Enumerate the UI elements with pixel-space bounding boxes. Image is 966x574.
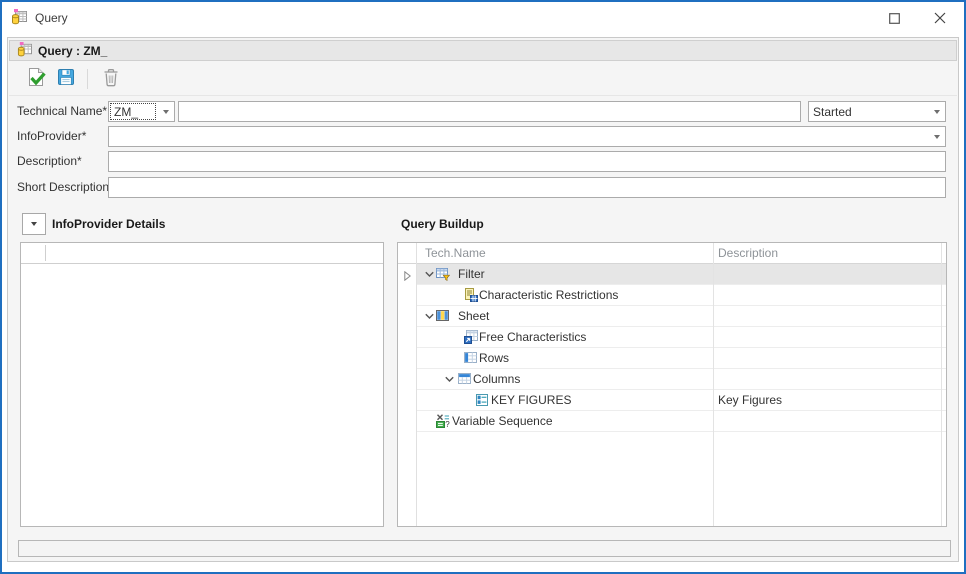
chevron-down-icon — [31, 222, 37, 226]
filter-icon — [436, 267, 450, 284]
save-button[interactable] — [51, 65, 81, 93]
delete-icon — [101, 67, 121, 90]
query-groupbox: Query : ZM_ — [7, 37, 959, 562]
technical-name-extended-input[interactable] — [178, 101, 801, 122]
column-header-tech-name[interactable]: Tech.Name — [425, 243, 486, 264]
sheet-icon — [436, 309, 450, 326]
short-description-input[interactable] — [108, 177, 946, 198]
tree-cell-description: Key Figures — [718, 390, 782, 411]
tree-row-sheet[interactable]: Sheet — [416, 306, 946, 327]
tree-row-variable-sequence[interactable]: ?Variable Sequence — [416, 411, 946, 432]
free-characteristics-icon — [464, 330, 478, 347]
tree-cell-tech-name: Variable Sequence — [452, 411, 553, 432]
expand-chevron-icon[interactable] — [424, 269, 435, 283]
infoprovider-details-title: InfoProvider Details — [52, 217, 165, 231]
tree-row-columns[interactable]: Columns — [416, 369, 946, 390]
chevron-down-icon[interactable] — [157, 102, 174, 121]
svg-text:?: ? — [445, 420, 450, 428]
tree-row-characteristic-restrictions[interactable]: Characteristic Restrictions — [416, 285, 946, 306]
variable-sequence-icon: ? — [436, 414, 450, 431]
group-header-title: Query : ZM_ — [38, 44, 107, 58]
infoprovider-label: InfoProvider* — [17, 126, 86, 147]
tree-cell-tech-name: Filter — [458, 264, 485, 285]
column-header-description[interactable]: Description — [718, 243, 778, 264]
infoprovider-details-dropdown-button[interactable] — [22, 213, 46, 235]
query-icon — [11, 9, 27, 28]
row-indicator-gutter — [416, 243, 417, 526]
tree-row-free-characteristics[interactable]: Free Characteristics — [416, 327, 946, 348]
columns-icon — [458, 372, 472, 389]
query-buildup-title: Query Buildup — [401, 217, 484, 231]
infoprovider-combo[interactable] — [108, 126, 946, 147]
close-button[interactable] — [917, 2, 962, 34]
tree-cell-tech-name: Columns — [473, 369, 520, 390]
tree-cell-tech-name: KEY FIGURES — [491, 390, 571, 411]
window-title: Query — [35, 11, 68, 25]
focused-row-arrow-icon — [404, 270, 411, 284]
status-bar — [18, 540, 951, 557]
query-buildup-tree: Tech.Name Description FilterCharacterist… — [397, 242, 947, 527]
column-separator — [713, 243, 714, 526]
characteristic-restrictions-icon — [464, 288, 478, 305]
technical-name-combo[interactable]: ZM_ — [108, 101, 175, 122]
technical-name-value[interactable]: ZM_ — [110, 103, 156, 120]
short-description-label: Short Description — [17, 177, 109, 198]
tree-header: Tech.Name Description — [398, 243, 946, 264]
chevron-down-icon[interactable] — [928, 102, 945, 121]
tree-row-filter[interactable]: Filter — [416, 264, 946, 285]
maximize-button[interactable] — [872, 2, 917, 34]
query-icon — [17, 42, 32, 60]
technical-name-label: Technical Name* — [17, 101, 107, 122]
infoprovider-details-panel — [20, 242, 384, 527]
save-icon — [56, 67, 76, 90]
tree-cell-tech-name: Free Characteristics — [479, 327, 586, 348]
tree-cell-tech-name: Characteristic Restrictions — [479, 285, 618, 306]
column-separator — [941, 243, 942, 526]
tree-row-key-figures[interactable]: KEY FIGURES Key Figures — [416, 390, 946, 411]
description-label: Description* — [17, 151, 82, 172]
title-bar: Query — [2, 2, 964, 34]
rows-icon — [464, 351, 478, 368]
toolbar — [9, 62, 957, 96]
infoprovider-value[interactable] — [109, 127, 928, 146]
expand-chevron-icon[interactable] — [444, 374, 455, 388]
status-combo[interactable]: Started — [808, 101, 946, 122]
infoprovider-details-header-row — [21, 243, 383, 264]
query-window: Query — [0, 0, 966, 574]
key-figures-icon — [475, 393, 489, 410]
chevron-down-icon[interactable] — [928, 127, 945, 146]
tree-rows: FilterCharacteristic RestrictionsSheetFr… — [398, 264, 946, 526]
expand-chevron-icon[interactable] — [424, 311, 435, 325]
description-input[interactable] — [108, 151, 946, 172]
toolbar-separator — [87, 69, 88, 89]
delete-button[interactable] — [96, 65, 126, 93]
group-header: Query : ZM_ — [9, 40, 957, 61]
tree-cell-tech-name: Rows — [479, 348, 509, 369]
tree-cell-tech-name: Sheet — [458, 306, 489, 327]
validate-icon — [25, 66, 47, 91]
status-value[interactable]: Started — [809, 102, 928, 121]
tree-row-rows[interactable]: Rows — [416, 348, 946, 369]
validate-button[interactable] — [21, 65, 51, 93]
